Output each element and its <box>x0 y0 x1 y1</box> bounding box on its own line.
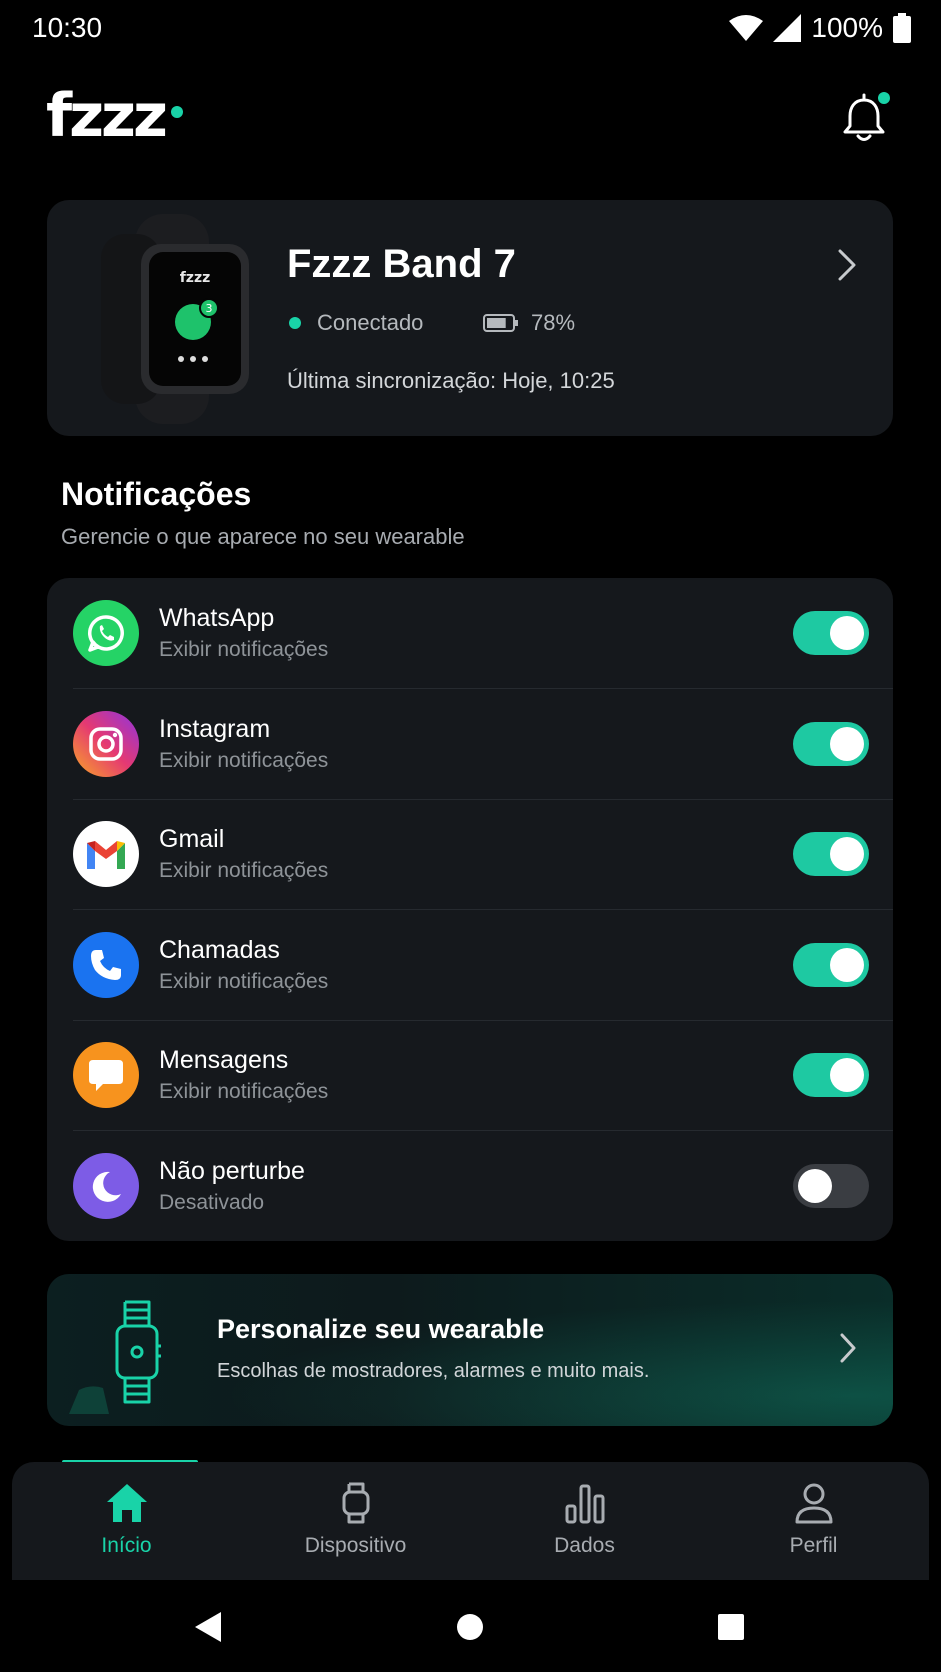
device-card[interactable]: fzzz 3 Fzzz Band 7 Conectado 78% Última … <box>47 200 893 436</box>
whatsapp-icon <box>73 600 139 666</box>
item-desc: Exibir notificações <box>159 859 329 882</box>
battery-percent: 78% <box>531 310 576 335</box>
item-name: Chamadas <box>159 936 280 964</box>
gmail-icon <box>73 821 139 887</box>
svg-text:3: 3 <box>206 302 213 315</box>
chevron-right-icon[interactable] <box>839 1332 857 1364</box>
logo-dot <box>170 106 183 118</box>
item-desc: Exibir notificações <box>159 638 329 661</box>
nav-item-perfil[interactable]: Perfil <box>699 1462 928 1580</box>
instagram-icon <box>73 711 139 777</box>
item-name: WhatsApp <box>159 604 275 632</box>
item-desc: Exibir notificações <box>159 970 329 993</box>
item-desc: Desativado <box>159 1191 265 1214</box>
connection-label: Conectado <box>317 310 424 335</box>
nav-label: Início <box>101 1534 152 1557</box>
list-item-mensagens[interactable]: Mensagens Exibir notificações <box>47 1020 893 1130</box>
item-desc: Exibir notificações <box>159 749 329 772</box>
watch-icon <box>342 1482 369 1524</box>
item-name: Mensagens <box>159 1046 289 1074</box>
item-name: Instagram <box>159 715 271 743</box>
toggle-switch[interactable] <box>793 1053 869 1097</box>
personalize-card[interactable]: Personalize seu wearable Escolhas de mos… <box>47 1274 893 1426</box>
item-name: Gmail <box>159 825 225 853</box>
wifi-icon <box>729 15 764 41</box>
back-icon[interactable] <box>193 1610 223 1644</box>
nav-item-dados[interactable]: Dados <box>470 1462 699 1580</box>
item-desc: Exibir notificações <box>159 1080 329 1103</box>
list-item-chamadas[interactable]: Chamadas Exibir notificações <box>47 910 893 1020</box>
toggle-switch[interactable] <box>793 832 869 876</box>
connection-status: Conectado <box>289 310 423 336</box>
message-icon <box>73 1042 139 1108</box>
phone-icon <box>73 932 139 998</box>
item-name: Não perturbe <box>159 1157 305 1185</box>
section-subtitle: Gerencie o que aparece no seu wearable <box>61 524 465 549</box>
watch-screen-text: fzzz <box>180 270 211 286</box>
nav-item-inicio[interactable]: Início <box>12 1462 241 1580</box>
status-bar: 10:30 100% <box>0 0 941 60</box>
toggle-switch[interactable] <box>793 611 869 655</box>
list-item-nao-perturbe[interactable]: Não perturbe Desativado <box>47 1131 893 1241</box>
device-battery: 78% <box>483 310 575 336</box>
app-logo: fzzz <box>46 84 183 148</box>
recents-icon[interactable] <box>717 1613 745 1641</box>
unread-dot <box>878 92 890 104</box>
moon-icon <box>73 1153 139 1219</box>
leaf-decoration-icon <box>69 1386 109 1414</box>
status-dot <box>289 317 301 329</box>
bar-chart-icon <box>565 1484 604 1524</box>
promo-title: Personalize seu wearable <box>217 1314 545 1344</box>
status-indicators: 100% <box>729 12 911 44</box>
person-icon <box>795 1483 832 1524</box>
watch-outline-icon <box>115 1300 161 1404</box>
chevron-right-icon[interactable] <box>837 248 857 282</box>
battery-icon <box>483 314 518 332</box>
last-sync: Última sincronização: Hoje, 10:25 <box>287 368 615 393</box>
device-name: Fzzz Band 7 <box>287 242 516 286</box>
list-item-gmail[interactable]: Gmail Exibir notificações <box>47 799 893 909</box>
bell-icon[interactable] <box>840 90 890 144</box>
nav-label: Dados <box>554 1534 615 1557</box>
promo-subtitle: Escolhas de mostradores, alarmes e muito… <box>217 1360 650 1382</box>
list-item-whatsapp[interactable]: WhatsApp Exibir notificações <box>47 578 893 688</box>
notification-list: WhatsApp Exibir notificações Instagram E… <box>47 578 893 1241</box>
watch-image: fzzz 3 <box>101 214 249 424</box>
list-item-instagram[interactable]: Instagram Exibir notificações <box>47 689 893 799</box>
status-battery-text: 100% <box>811 12 883 43</box>
bottom-nav: Início Dispositivo Dados Perfil <box>12 1462 929 1580</box>
system-nav-bar <box>0 1580 941 1672</box>
home-circle-icon[interactable] <box>456 1613 484 1641</box>
home-icon <box>106 1484 147 1522</box>
toggle-switch[interactable] <box>793 722 869 766</box>
status-time: 10:30 <box>32 12 103 43</box>
signal-icon <box>773 14 802 42</box>
toggle-switch[interactable] <box>793 1164 869 1208</box>
nav-label: Dispositivo <box>304 1534 407 1557</box>
toggle-switch[interactable] <box>793 943 869 987</box>
section-title: Notificações <box>61 476 252 512</box>
battery-icon <box>893 13 911 43</box>
nav-label: Perfil <box>789 1534 838 1557</box>
nav-item-dispositivo[interactable]: Dispositivo <box>241 1462 470 1580</box>
